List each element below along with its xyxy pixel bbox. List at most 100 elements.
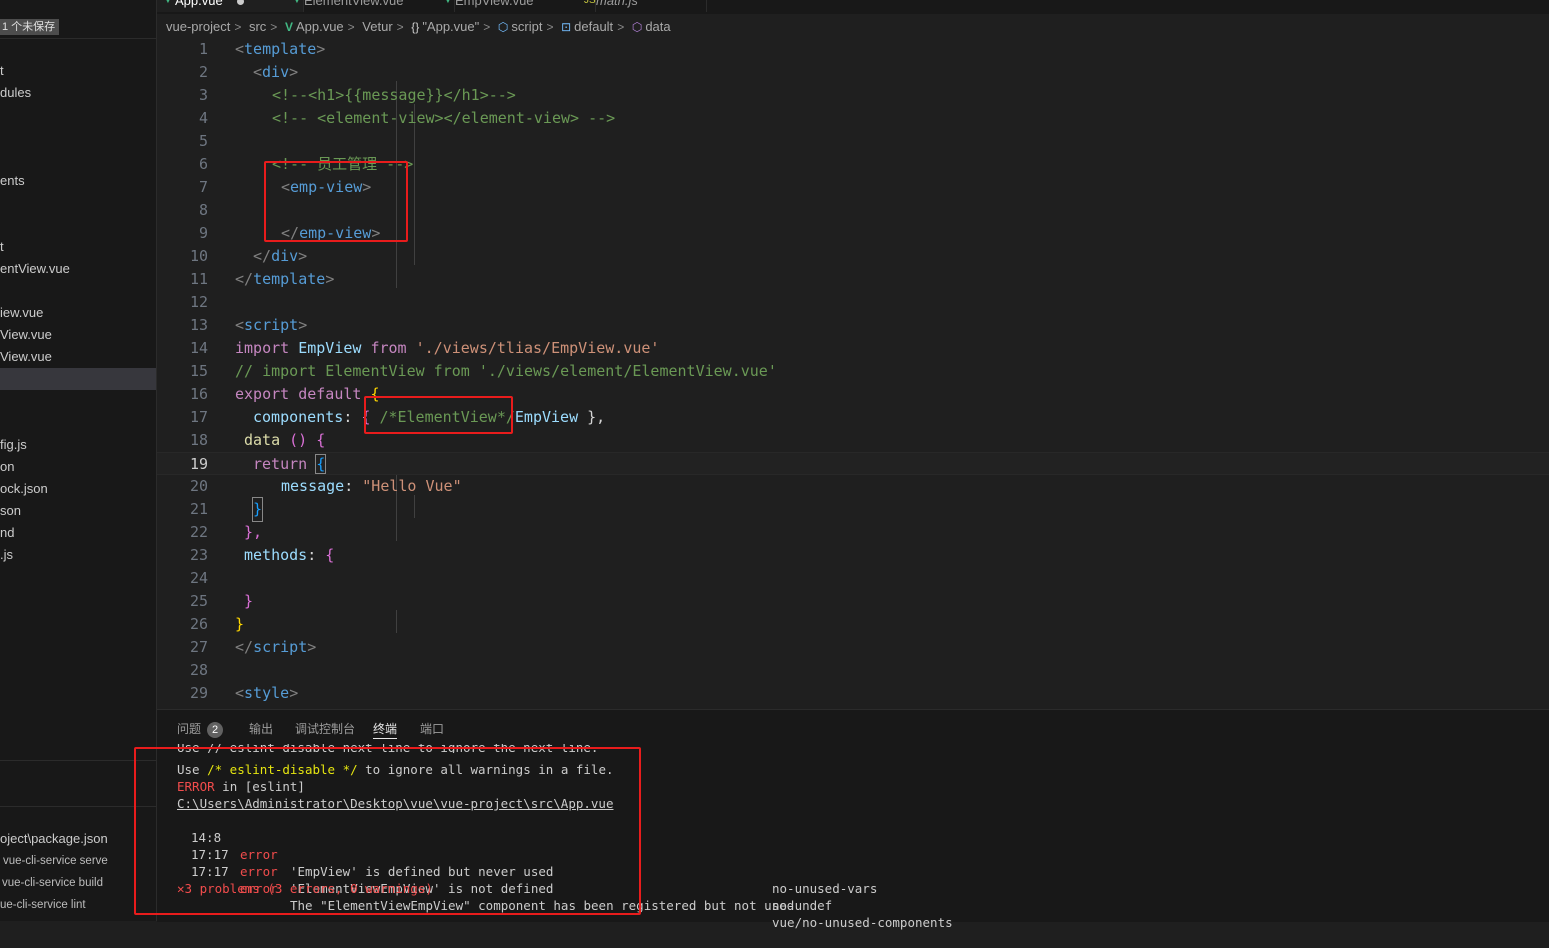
code-line: 27 </script>	[157, 636, 1549, 659]
cube-outline-icon: ⬡	[497, 20, 509, 34]
tab-emp-view[interactable]: ▼ EmpView.vue	[437, 0, 596, 12]
sidebar-item-view-2[interactable]: View.vue	[0, 324, 156, 346]
sidebar-item[interactable]: t	[0, 60, 156, 82]
line-number: 25	[189, 592, 208, 610]
sidebar-item-components[interactable]: ents	[0, 170, 156, 192]
sidebar-item-element-view[interactable]: entView.vue	[0, 258, 156, 280]
code-line: 18 data () {	[157, 429, 1549, 452]
code-line: 12	[157, 291, 1549, 314]
breadcrumb-item[interactable]: script	[511, 19, 542, 34]
sidebar-item-json[interactable]: on	[0, 456, 156, 478]
js-icon: JS	[584, 0, 596, 6]
problems-summary: ✕3 problems (3 errors, 0 warnings)	[177, 881, 433, 896]
breadcrumb: vue-project > src > V App.vue > Vetur > {} "Ap…	[166, 16, 671, 38]
tab-label: 问题	[177, 722, 202, 736]
npm-script-serve[interactable]: vue-cli-service serve	[0, 850, 156, 872]
npm-script-build[interactable]: vue-cli-service build	[0, 872, 156, 894]
sidebar-item-view-3[interactable]: View.vue	[0, 346, 156, 368]
line-number: 10	[189, 247, 208, 265]
chevron-right-icon: >	[617, 20, 625, 34]
terminal-line: Use /* eslint-disable */ to ignore all w…	[177, 762, 614, 777]
code-line: 5	[157, 130, 1549, 153]
chevron-right-icon: >	[234, 20, 242, 34]
chevron-right-icon: >	[483, 20, 491, 34]
tab-ports[interactable]: 端口	[420, 720, 444, 738]
tab-problems[interactable]: 问题 2	[177, 720, 224, 738]
npm-script-label: vue-cli-service build	[2, 877, 103, 889]
line-number: 29	[189, 684, 208, 702]
sidebar-item-lock-json[interactable]: ock.json	[0, 478, 156, 500]
tab-terminal[interactable]: 终端	[373, 720, 398, 739]
chevron-right-icon: >	[270, 20, 278, 34]
vue-icon: V	[284, 20, 293, 34]
code-line: 23 methods: {	[157, 544, 1549, 567]
unsaved-files-badge[interactable]: 1 个未保存	[0, 19, 60, 35]
code-line: 24	[157, 567, 1549, 590]
braces-icon: {}	[411, 20, 420, 34]
tab-app-vue[interactable]: ▼ App.vue	[157, 0, 304, 12]
code-line: 17 components: { /*ElementView*/EmpView }…	[157, 406, 1549, 429]
tab-label: ElementView.vue	[304, 0, 404, 8]
line-number: 27	[189, 638, 208, 656]
line-number: 28	[189, 661, 208, 679]
code-line: 7 <emp-view>	[157, 176, 1549, 199]
modified-dot-icon[interactable]	[236, 0, 244, 6]
sidebar-item-config-js[interactable]: fig.js	[0, 434, 156, 456]
sidebar-item-package-json[interactable]: son	[0, 500, 156, 522]
npm-scripts-package-json[interactable]: oject\package.json	[0, 828, 156, 850]
sidebar-item[interactable]: t	[0, 236, 156, 258]
code-line: 8	[157, 199, 1549, 222]
line-number: 5	[198, 132, 208, 150]
sidebar-item-selected[interactable]	[0, 368, 156, 390]
line-number: 2	[198, 63, 208, 81]
npm-script-lint[interactable]: ue-cli-service lint	[0, 894, 156, 916]
line-number: 6	[198, 155, 208, 173]
vue-icon: ▼	[292, 0, 302, 6]
tab-output[interactable]: 输出	[249, 720, 273, 738]
line-number: 3	[198, 86, 208, 104]
tab-math-js[interactable]: JS math.js	[578, 0, 707, 12]
breadcrumb-item[interactable]: App.vue	[296, 19, 344, 34]
code-line: 29 <style>	[157, 682, 1549, 705]
breadcrumb-item[interactable]: data	[645, 19, 670, 34]
breadcrumb-item[interactable]: src	[249, 19, 266, 34]
sidebar-item-readme[interactable]: nd	[0, 522, 156, 544]
code-line: 28	[157, 659, 1549, 682]
chevron-right-icon: >	[546, 20, 554, 34]
code-line: 13 <script>	[157, 314, 1549, 337]
tab-label: App.vue	[175, 0, 223, 8]
breadcrumb-item[interactable]: vue-project	[166, 19, 230, 34]
vue-icon: ▼	[443, 0, 453, 6]
line-number: 15	[189, 362, 208, 380]
code-line: 20 message: "Hello Vue"	[157, 475, 1549, 498]
lint-error-row: 17:17 error 'ElementViewEmpView' is not …	[191, 847, 833, 913]
sidebar-item-node-modules[interactable]: dules	[0, 82, 156, 104]
breadcrumb-item[interactable]: default	[574, 19, 613, 34]
line-number: 13	[189, 316, 208, 334]
breadcrumb-item[interactable]: "App.vue"	[422, 19, 479, 34]
code-line: 10 </div>	[157, 245, 1549, 268]
line-number: 21	[189, 500, 208, 518]
terminal-file-link[interactable]: C:\Users\Administrator\Desktop\vue\vue-p…	[177, 795, 614, 812]
terminal-line: Use // eslint-disable-next-line to ignor…	[177, 744, 599, 753]
breadcrumb-item[interactable]: Vetur	[362, 19, 392, 34]
line-number: 26	[189, 615, 208, 633]
sidebar-item-view-1[interactable]: iew.vue	[0, 302, 156, 324]
line-number: 19	[189, 455, 208, 473]
tab-label: EmpView.vue	[455, 0, 534, 8]
code-line: 25}	[157, 590, 1549, 613]
code-line: 3 <!--<h1>{{message}}</h1>-->	[157, 84, 1549, 107]
npm-script-label: vue-cli-service serve	[3, 855, 108, 867]
sidebar-item-js[interactable]: .js	[0, 544, 156, 566]
tab-debug-console[interactable]: 调试控制台	[295, 720, 355, 738]
code-line: 14 import EmpView from './views/tlias/Emp…	[157, 337, 1549, 360]
code-line: 2 <div>	[157, 61, 1549, 84]
code-line: 15// import ElementView from './views/el…	[157, 360, 1549, 383]
sidebar-divider	[0, 760, 156, 761]
tab-element-view[interactable]: ▼ ElementView.vue	[286, 0, 455, 12]
line-number: 4	[198, 109, 208, 127]
code-editor[interactable]: 1 <template> 2 <div> 3 <!--<h1>{{message}}<…	[157, 38, 1549, 708]
line-number: 8	[198, 201, 208, 219]
chevron-right-icon: >	[396, 20, 404, 34]
line-number: 24	[189, 569, 208, 587]
